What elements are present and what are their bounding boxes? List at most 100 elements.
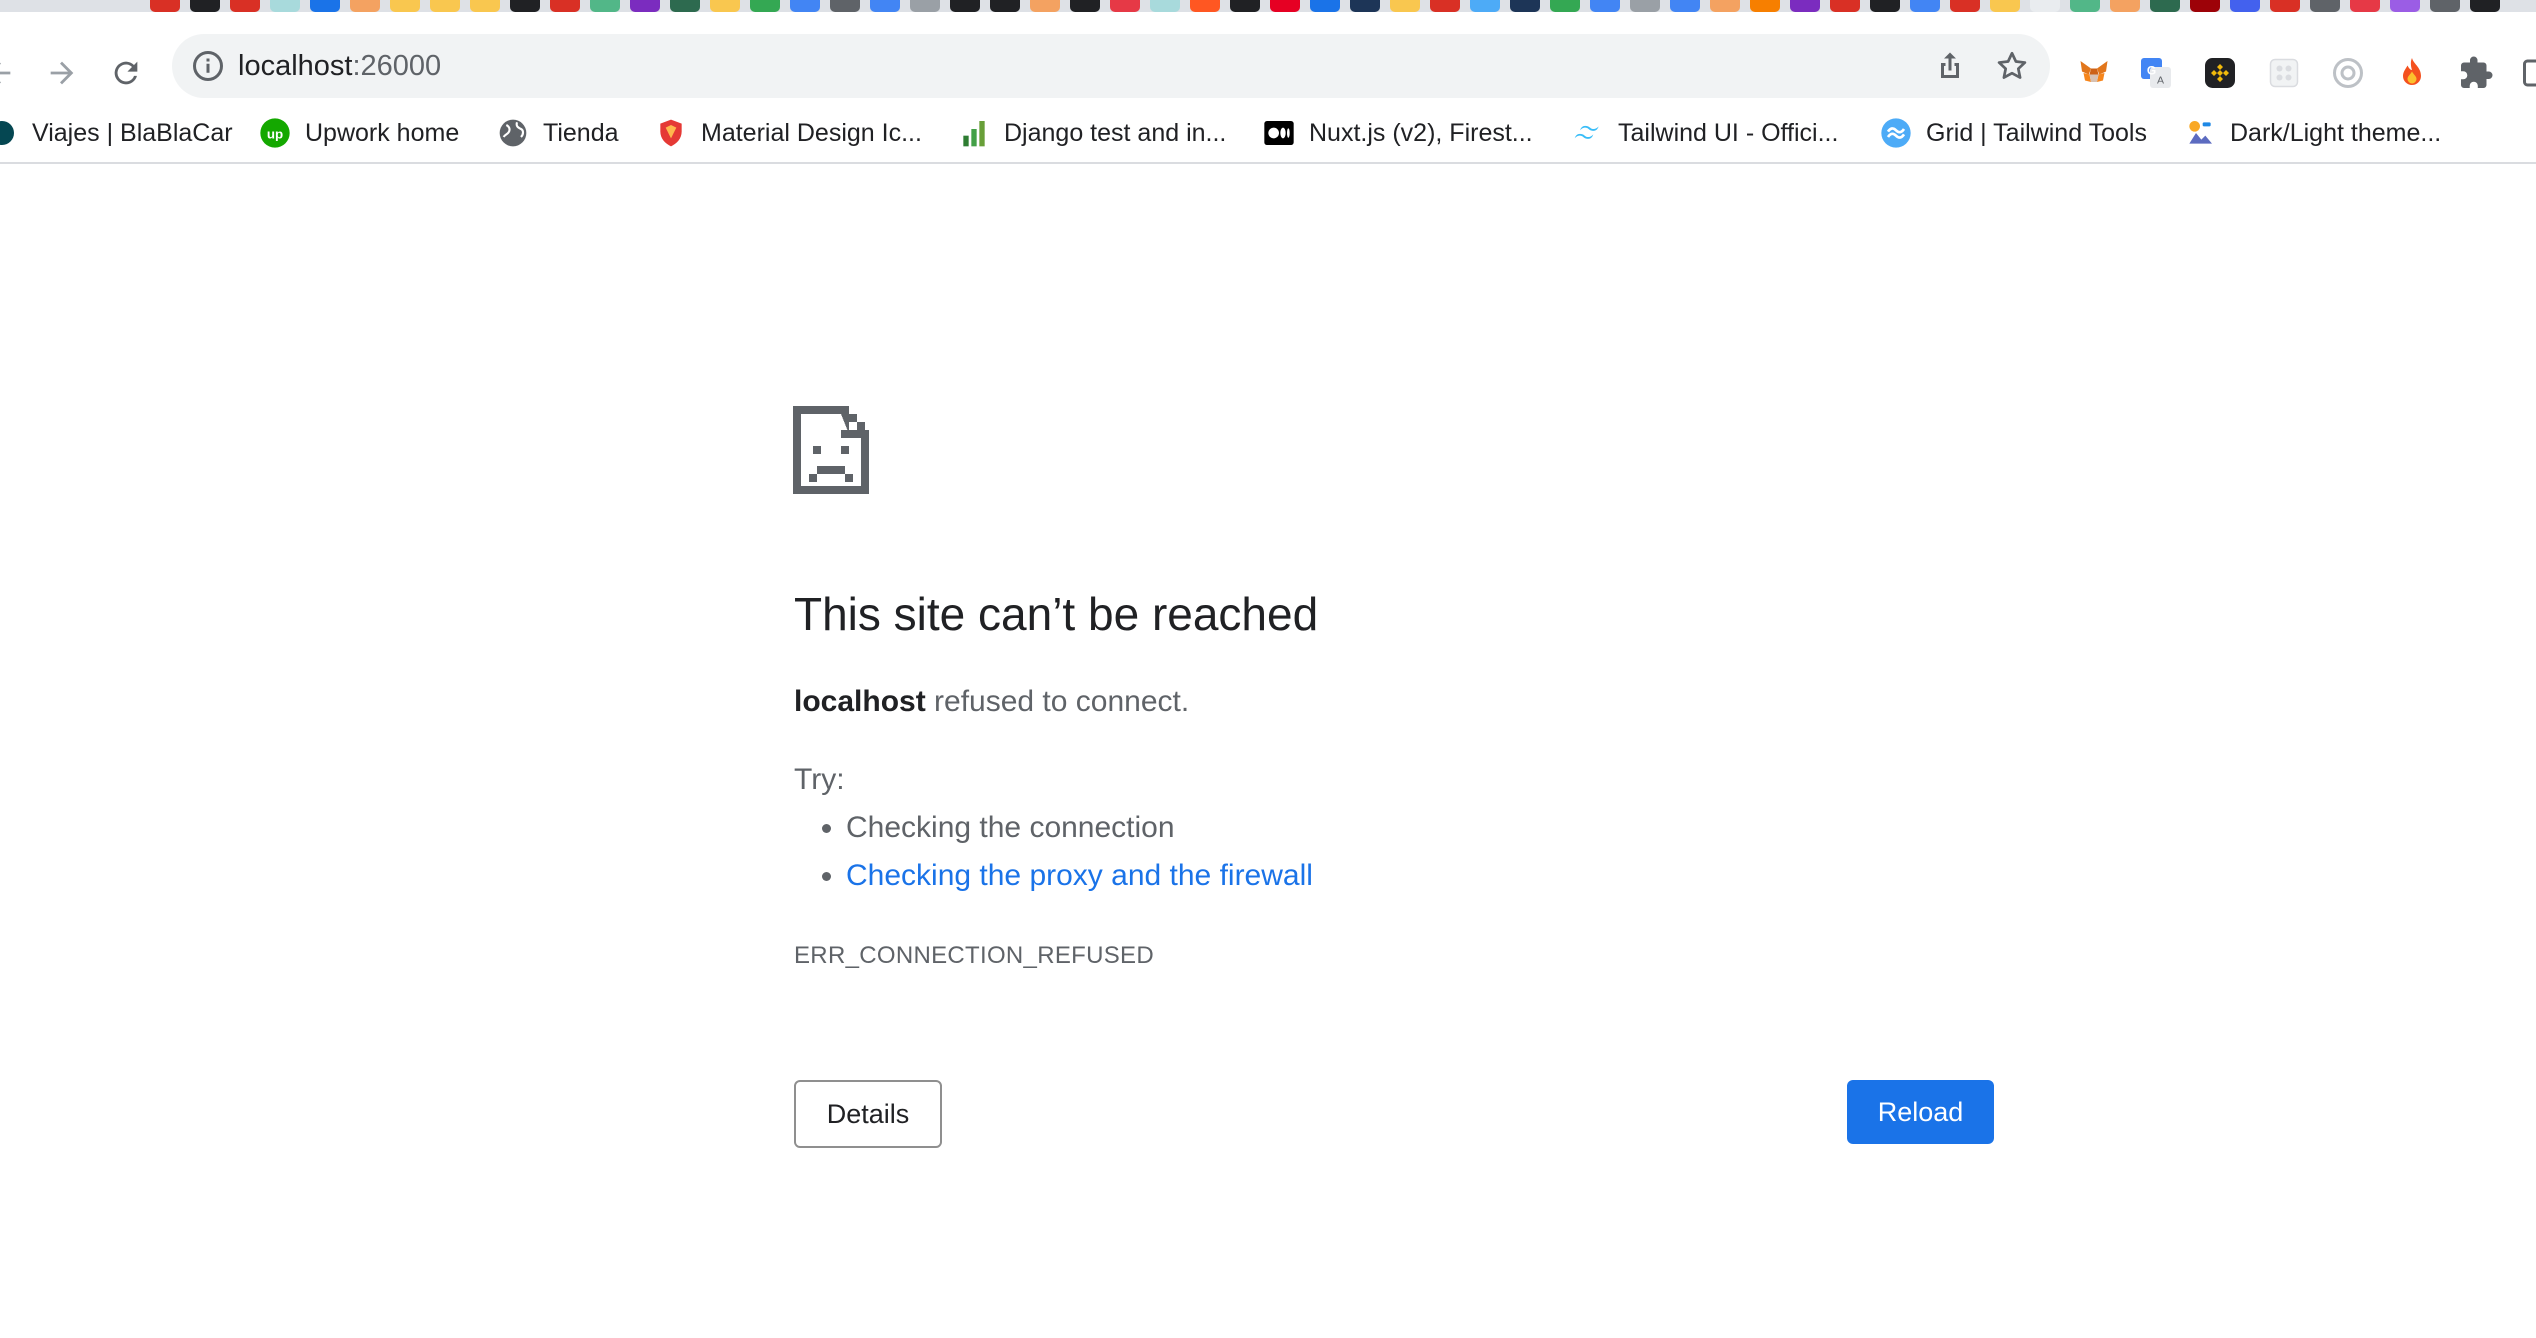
tab-favicon[interactable] — [2150, 0, 2180, 12]
upwork-icon: up — [259, 117, 291, 149]
url-text[interactable]: localhost:26000 — [238, 48, 441, 84]
reload-toolbar-button[interactable] — [101, 48, 151, 98]
google-translate-extension[interactable]: GA — [2138, 55, 2174, 91]
tab-favicon[interactable] — [1190, 0, 1220, 12]
tab-favicon[interactable] — [1070, 0, 1100, 12]
tab-favicon[interactable] — [910, 0, 940, 12]
tab-favicon[interactable] — [830, 0, 860, 12]
tab-favicon[interactable] — [1950, 0, 1980, 12]
tab-favicon[interactable] — [670, 0, 700, 12]
svg-text:A: A — [2157, 75, 2164, 87]
tab-favicon[interactable] — [1270, 0, 1300, 12]
blablacar-icon — [0, 117, 18, 149]
tab-favicon[interactable] — [390, 0, 420, 12]
try-label: Try: — [794, 763, 845, 796]
bookmark-label: Tailwind UI - Offici... — [1618, 118, 1839, 147]
tab-favicon[interactable] — [510, 0, 540, 12]
tab-favicon[interactable] — [1030, 0, 1060, 12]
tab-favicon[interactable] — [1430, 0, 1460, 12]
tab-favicon[interactable] — [590, 0, 620, 12]
tab-favicon[interactable] — [1790, 0, 1820, 12]
tab-favicon[interactable] — [550, 0, 580, 12]
suggestion-text: Checking the connection — [846, 811, 1175, 844]
bookmark-blablacar[interactable]: Viajes | BlaBlaCar — [0, 114, 233, 152]
address-bar[interactable]: localhost:26000 — [172, 34, 2050, 98]
tab-favicon[interactable] — [150, 0, 180, 12]
reload-button[interactable]: Reload — [1847, 1080, 1994, 1144]
tab-favicon[interactable] — [870, 0, 900, 12]
tab-favicon[interactable] — [1590, 0, 1620, 12]
info-icon[interactable] — [190, 48, 226, 84]
tab-favicon[interactable] — [2430, 0, 2460, 12]
tab-favicon[interactable] — [710, 0, 740, 12]
reload-icon — [114, 61, 138, 85]
tab-favicon[interactable] — [270, 0, 300, 12]
star-icon[interactable] — [1994, 48, 2030, 84]
tab-favicon[interactable] — [2470, 0, 2500, 12]
tab-favicon[interactable] — [1390, 0, 1420, 12]
bookmark-label: Django test and in... — [1004, 118, 1227, 147]
share-icon[interactable] — [1932, 48, 1968, 84]
tab-favicon[interactable] — [1310, 0, 1340, 12]
bookmark-tienda[interactable]: Tienda — [497, 114, 619, 152]
fire-extension[interactable] — [2394, 55, 2430, 91]
tab-favicon[interactable] — [1830, 0, 1860, 12]
forward-button[interactable] — [37, 48, 87, 98]
tab-favicon[interactable] — [470, 0, 500, 12]
extensions-menu-button[interactable] — [2458, 55, 2494, 91]
proxy-firewall-link[interactable]: Checking the proxy and the firewall — [846, 859, 1313, 892]
tab-favicon[interactable] — [2350, 0, 2380, 12]
tab-favicon[interactable] — [350, 0, 380, 12]
bookmark-nuxt[interactable]: Nuxt.js (v2), Firest... — [1263, 114, 1533, 152]
tab-favicon[interactable] — [2070, 0, 2100, 12]
tab-favicon[interactable] — [1750, 0, 1780, 12]
tab-favicon[interactable] — [1150, 0, 1180, 12]
tab-favicon[interactable] — [1910, 0, 1940, 12]
tab-favicon[interactable] — [1670, 0, 1700, 12]
tab-favicon[interactable] — [2110, 0, 2140, 12]
circle-extension[interactable] — [2330, 55, 2366, 91]
tab-favicon[interactable] — [990, 0, 1020, 12]
details-button[interactable]: Details — [794, 1080, 942, 1148]
tab-favicon[interactable] — [1990, 0, 2020, 12]
binance-extension[interactable] — [2202, 55, 2238, 91]
tab-favicon[interactable] — [2190, 0, 2220, 12]
tab-favicon[interactable] — [1470, 0, 1500, 12]
metamask-extension[interactable] — [2076, 55, 2112, 91]
tab-favicon[interactable] — [1630, 0, 1660, 12]
tab-favicon[interactable] — [1510, 0, 1540, 12]
tab-favicon[interactable] — [950, 0, 980, 12]
tab-favicon[interactable] — [1870, 0, 1900, 12]
bookmark-django[interactable]: Django test and in... — [958, 114, 1226, 152]
shield-icon — [655, 117, 687, 149]
bookmark-grid-tailwind[interactable]: Grid | Tailwind Tools — [1880, 114, 2147, 152]
tab-favicon[interactable] — [750, 0, 780, 12]
tab-favicon[interactable] — [2230, 0, 2260, 12]
bookmark-material-design[interactable]: Material Design Ic... — [655, 114, 922, 152]
grid-tools-icon — [1880, 117, 1912, 149]
tab-favicon[interactable] — [2310, 0, 2340, 12]
tab-favicon[interactable] — [2390, 0, 2420, 12]
tab-favicon[interactable] — [2030, 0, 2060, 12]
tab-favicon[interactable] — [430, 0, 460, 12]
tab-favicon[interactable] — [790, 0, 820, 12]
grid-extension[interactable] — [2266, 55, 2302, 91]
tab-favicon[interactable] — [2270, 0, 2300, 12]
tab-favicon[interactable] — [230, 0, 260, 12]
tab-favicon[interactable] — [1230, 0, 1260, 12]
tab-favicon[interactable] — [1550, 0, 1580, 12]
bookmark-tailwind-ui[interactable]: Tailwind UI - Offici... — [1572, 114, 1838, 152]
medium-icon — [1263, 117, 1295, 149]
side-panel-button[interactable] — [2520, 55, 2536, 91]
tab-favicon[interactable] — [1710, 0, 1740, 12]
back-button[interactable] — [0, 48, 24, 98]
tab-favicon[interactable] — [630, 0, 660, 12]
url-port: :26000 — [352, 50, 442, 82]
bookmark-upwork[interactable]: up Upwork home — [259, 114, 459, 152]
tab-favicon[interactable] — [310, 0, 340, 12]
tab-favicon[interactable] — [1350, 0, 1380, 12]
tab-favicon[interactable] — [190, 0, 220, 12]
bookmark-dark-light-theme[interactable]: Dark/Light theme... — [2184, 114, 2441, 152]
theme-icon — [2184, 117, 2216, 149]
tab-favicon[interactable] — [1110, 0, 1140, 12]
